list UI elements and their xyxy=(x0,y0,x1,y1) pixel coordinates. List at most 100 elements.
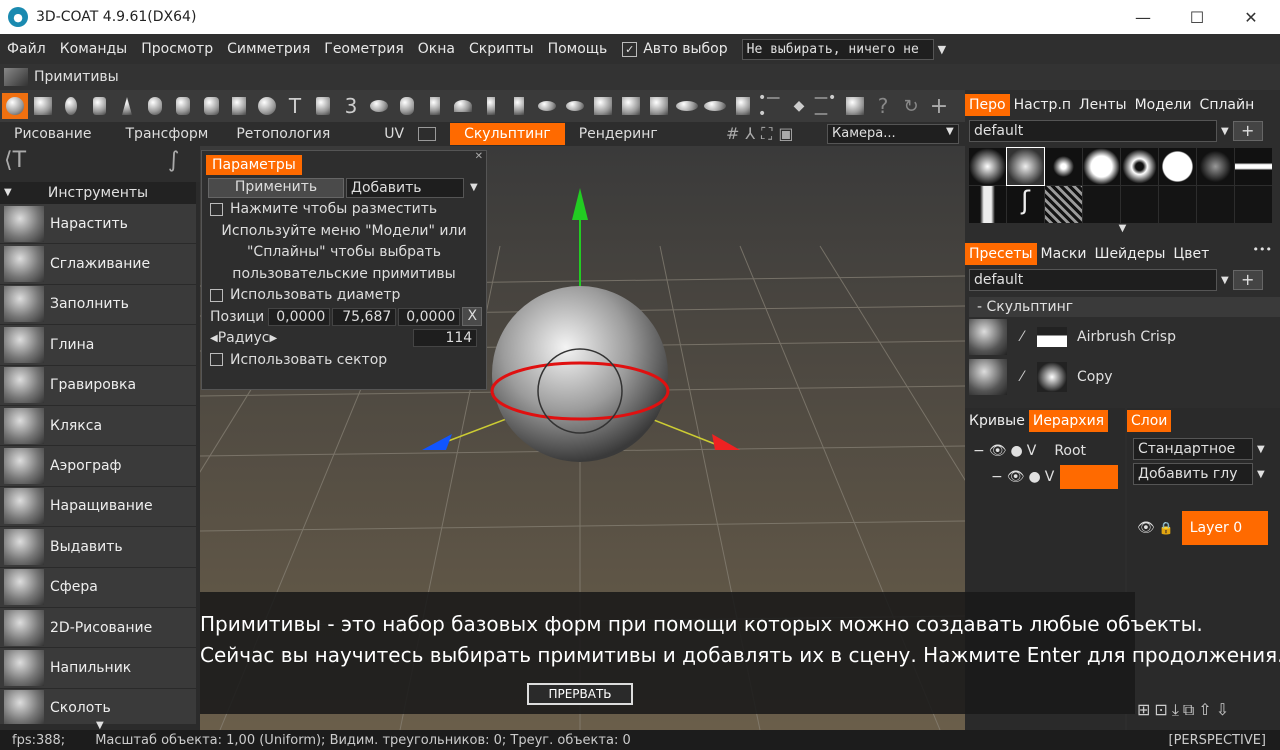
preset-item[interactable]: ⁄ Airbrush Crisp xyxy=(969,317,1280,357)
menu-file[interactable]: Файл xyxy=(0,41,53,57)
tab-splines[interactable]: Сплайн xyxy=(1196,94,1259,116)
maximize-button[interactable]: ☐ xyxy=(1170,0,1224,34)
tool-item[interactable]: Аэрограф xyxy=(0,446,196,487)
brush-alpha-thumb[interactable] xyxy=(969,148,1006,185)
use-diameter-checkbox[interactable] xyxy=(210,288,223,302)
auto-select-checkbox[interactable]: ✓ xyxy=(622,41,638,57)
brush-alpha-thumb[interactable] xyxy=(1159,148,1196,185)
menu-symmetry[interactable]: Симметрия xyxy=(220,41,317,57)
text-tool-icon[interactable]: ⟨T xyxy=(4,148,26,173)
z-axis-arrow-icon[interactable] xyxy=(422,434,452,450)
tube-primitive-icon[interactable] xyxy=(170,93,196,119)
layer-tools-icons[interactable]: ⊞⊡⤓⧉⇧⇩ xyxy=(1137,700,1233,720)
tab-uv[interactable]: UV xyxy=(344,123,418,145)
tab-shaders[interactable]: Шейдеры xyxy=(1090,243,1169,265)
preset-set-dropdown[interactable]: default xyxy=(969,269,1217,291)
menu-view[interactable]: Просмотр xyxy=(134,41,220,57)
scroll-down-icon[interactable]: ▼ xyxy=(965,223,1280,235)
tools-panel-header[interactable]: ▼ Инструменты xyxy=(0,182,196,204)
menu-scripts[interactable]: Скрипты xyxy=(462,41,541,57)
selection-mode-dropdown[interactable]: Не выбирать, ничего не xyxy=(741,38,934,60)
close-button[interactable]: ✕ xyxy=(1224,0,1278,34)
box-wire-primitive-icon[interactable] xyxy=(590,93,616,119)
mode-dropdown[interactable]: Добавить xyxy=(346,177,464,198)
tab-curves[interactable]: Кривые xyxy=(965,410,1029,432)
cube-solid-primitive-icon[interactable] xyxy=(618,93,644,119)
tool-item[interactable]: Сглаживание xyxy=(0,244,196,285)
increase-icon[interactable]: ▶ xyxy=(270,333,278,344)
tool-item[interactable]: Сколоть xyxy=(0,688,196,724)
mushroom-primitive-icon[interactable] xyxy=(450,93,476,119)
sphere-primitive-icon[interactable] xyxy=(2,93,28,119)
tab-painting[interactable]: Рисование xyxy=(0,123,106,145)
hierarchy-row-root[interactable]: − 👁 ● V Root xyxy=(973,438,1125,464)
screw-primitive-icon[interactable] xyxy=(506,93,532,119)
tool-item[interactable]: Сфера xyxy=(0,567,196,608)
tool-item[interactable]: 2D-Рисование xyxy=(0,607,196,649)
collapse-icon[interactable]: ▼ xyxy=(4,182,12,204)
disk-primitive-icon[interactable] xyxy=(562,93,588,119)
bolt-primitive-icon[interactable] xyxy=(226,93,252,119)
cube-tool-icon[interactable] xyxy=(842,93,868,119)
star-primitive-icon[interactable] xyxy=(254,93,280,119)
brush-alpha-thumb[interactable] xyxy=(1045,148,1082,185)
eye-icon[interactable]: 👁 xyxy=(989,443,1007,459)
blend-mode-dropdown[interactable]: Стандартное xyxy=(1133,438,1253,460)
add-depth-dropdown[interactable]: Добавить глу xyxy=(1133,463,1253,485)
chevron-down-icon[interactable]: ▼ xyxy=(1221,126,1229,137)
position-z-field[interactable]: 0,0000 xyxy=(398,307,461,326)
brush-alpha-thumb[interactable] xyxy=(1083,186,1120,223)
prism-primitive-icon[interactable] xyxy=(646,93,672,119)
tab-pen-settings[interactable]: Настр.п xyxy=(1010,94,1075,116)
cup-primitive-icon[interactable] xyxy=(730,93,756,119)
tool-item[interactable]: Гравировка xyxy=(0,365,196,406)
tab-masks[interactable]: Маски xyxy=(1037,243,1091,265)
ellipsoid-primitive-icon[interactable] xyxy=(58,93,84,119)
brush-alpha-thumb[interactable] xyxy=(1083,148,1120,185)
layer-item[interactable]: Layer 0 xyxy=(1181,511,1268,545)
volume-name-field[interactable] xyxy=(1060,465,1119,489)
tool-item[interactable]: Наращивание xyxy=(0,486,196,528)
diamond-tool-icon[interactable]: ◆ xyxy=(786,93,812,119)
spiral-primitive-icon[interactable] xyxy=(394,93,420,119)
brush-alpha-thumb[interactable] xyxy=(1121,148,1158,185)
close-icon[interactable]: ✕ xyxy=(475,151,483,162)
brush-set-dropdown[interactable]: default xyxy=(969,120,1217,142)
chevron-down-icon[interactable]: ▼ xyxy=(946,126,954,137)
tab-transform[interactable]: Трансформ xyxy=(106,123,223,145)
collapse-icon[interactable]: − xyxy=(991,469,1003,485)
parameters-tab[interactable]: Параметры xyxy=(206,155,302,175)
flat-disk-primitive-icon[interactable] xyxy=(702,93,728,119)
menu-commands[interactable]: Команды xyxy=(53,41,135,57)
tool-item[interactable]: Выдавить xyxy=(0,527,196,568)
tab-layers[interactable]: Слои xyxy=(1127,410,1172,432)
brush-alpha-thumb[interactable] xyxy=(1159,186,1196,223)
capsule-primitive-icon[interactable] xyxy=(142,93,168,119)
y-axis-arrow-icon[interactable] xyxy=(572,188,588,220)
curve-primitive-icon[interactable]: 3 xyxy=(338,93,364,119)
pipe-primitive-icon[interactable] xyxy=(422,93,448,119)
primitives-room-icon[interactable] xyxy=(4,68,28,86)
collapse-icon[interactable]: − xyxy=(973,443,985,459)
view-grid-icons[interactable]: #⅄⛶▣ xyxy=(726,124,800,144)
more-icon[interactable]: ••• xyxy=(1253,243,1272,256)
chevron-down-icon[interactable]: ▼ xyxy=(1221,275,1229,286)
tab-render[interactable]: Рендеринг xyxy=(565,123,672,145)
brush-alpha-thumb[interactable] xyxy=(1197,186,1234,223)
radius-field[interactable]: 114 xyxy=(413,329,478,348)
sphere-primitive[interactable] xyxy=(492,286,668,462)
tab-retopo[interactable]: Ретопология xyxy=(222,123,344,145)
chevron-down-icon[interactable]: ▼ xyxy=(938,43,946,56)
brush-alpha-thumb[interactable] xyxy=(1197,148,1234,185)
lock-icon[interactable]: 🔒 xyxy=(1159,521,1174,535)
image-primitive-icon[interactable] xyxy=(310,93,336,119)
add-preset-button[interactable]: + xyxy=(1232,270,1263,290)
tab-sculpt[interactable]: Скульптинг xyxy=(450,123,565,145)
tool-item[interactable]: Напильник xyxy=(0,648,196,689)
tab-models[interactable]: Модели xyxy=(1131,94,1196,116)
brush-alpha-thumb[interactable]: ʃ xyxy=(1007,186,1044,223)
chevron-down-icon[interactable]: ▼ xyxy=(1257,469,1265,480)
cube-primitive-icon[interactable] xyxy=(30,93,56,119)
edge-tool-icon[interactable]: —•— xyxy=(814,90,840,122)
preset-group-header[interactable]: - Скульптинг xyxy=(969,297,1280,317)
